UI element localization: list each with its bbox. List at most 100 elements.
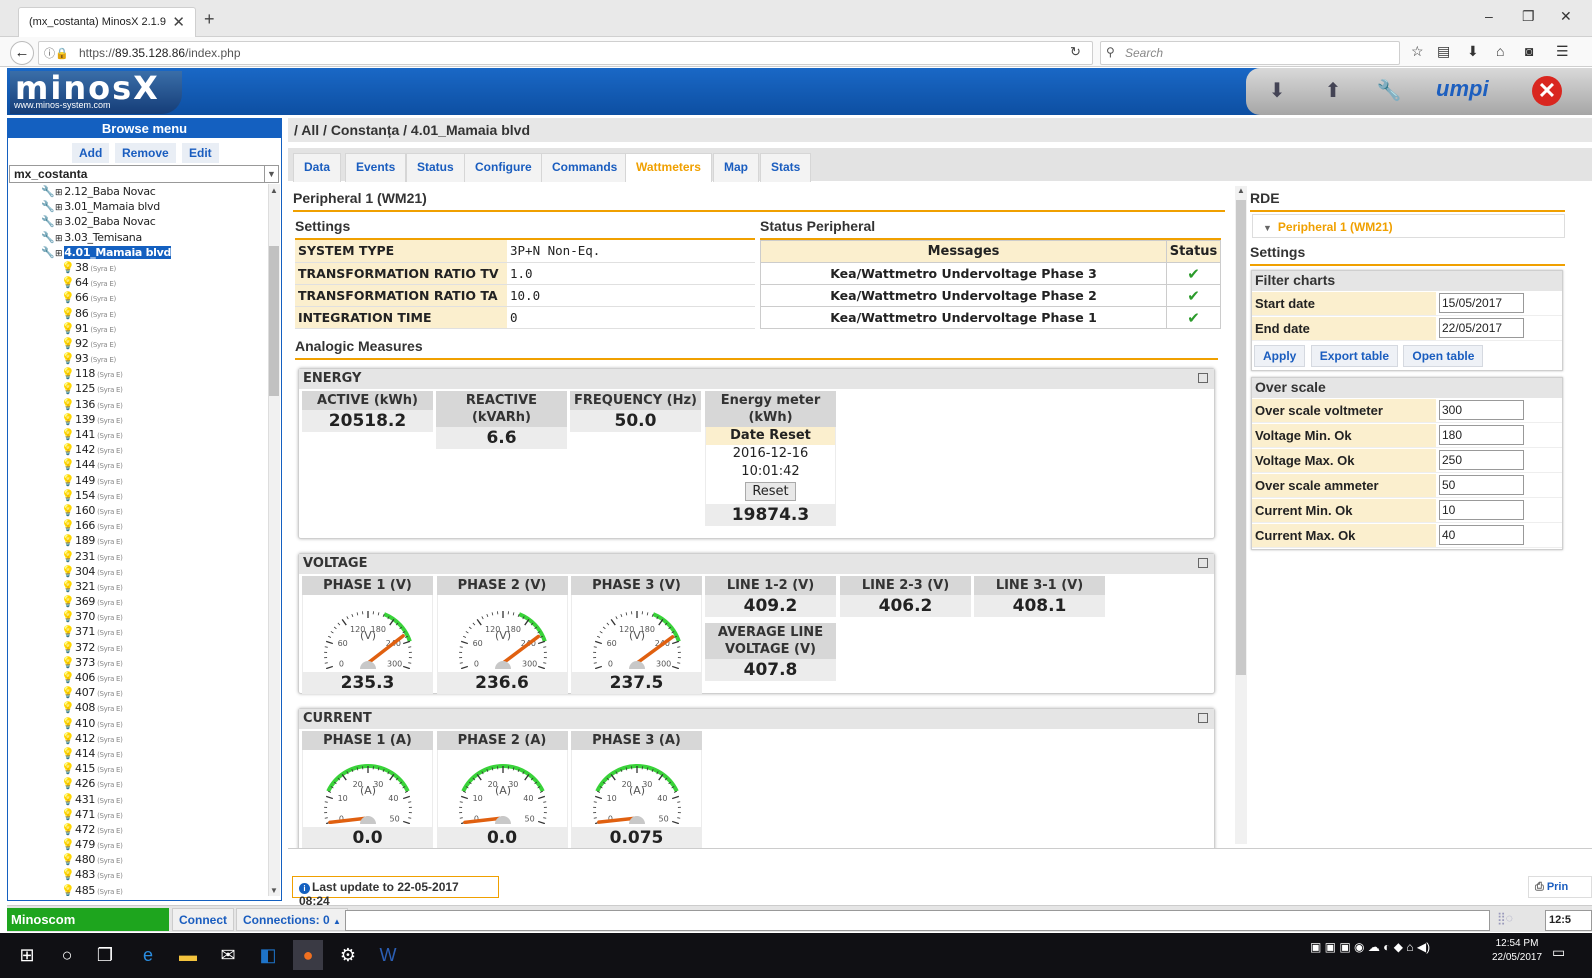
windows-start-icon[interactable]: ⊞ [12, 940, 42, 970]
reset-button[interactable]: Reset [745, 482, 796, 501]
tree-device-item[interactable]: 💡144 (Syra E) [9, 457, 266, 472]
tree-device-item[interactable]: 💡431 (Syra E) [9, 792, 266, 807]
rde-peripheral-item[interactable]: ▼ Peripheral 1 (WM21) [1252, 214, 1565, 238]
tab-wattmeters[interactable]: Wattmeters [625, 153, 712, 182]
expand-toggle-icon[interactable]: ⊞ [55, 203, 63, 213]
tree-device-item[interactable]: 💡408 (Syra E) [9, 700, 266, 715]
task-view-icon[interactable]: ❐ [90, 940, 120, 970]
apply-button[interactable]: Apply [1254, 345, 1306, 367]
tab-data[interactable]: Data [293, 153, 342, 182]
tree-device-item[interactable]: 💡471 (Syra E) [9, 807, 266, 822]
tree-device-item[interactable]: 💡371 (Syra E) [9, 624, 266, 639]
tree-device-item[interactable]: 💡92 (Syra E) [9, 336, 266, 351]
window-close-icon[interactable]: ✕ [1560, 8, 1572, 25]
expand-toggle-icon[interactable]: ⊞ [55, 249, 63, 259]
tree-device-item[interactable]: 💡426 (Syra E) [9, 776, 266, 791]
over-scale-input[interactable]: 180 [1439, 425, 1524, 445]
collapse-icon[interactable] [1198, 713, 1208, 723]
tree-group-item[interactable]: 🔧⊞ 2.12_Baba Novac [9, 184, 266, 199]
restore-icon[interactable]: ❐ [1522, 8, 1535, 25]
expand-toggle-icon[interactable]: ⊞ [55, 234, 63, 244]
bookmark-star-icon[interactable]: ☆ [1411, 43, 1424, 60]
tab-configure[interactable]: Configure [464, 153, 543, 182]
tree-device-item[interactable]: 💡483 (Syra E) [9, 867, 266, 882]
scroll-up-icon[interactable]: ▲ [270, 186, 278, 195]
tree-device-item[interactable]: 💡406 (Syra E) [9, 670, 266, 685]
tools-wrench-icon[interactable]: 🔧 [1374, 78, 1404, 106]
edit-button[interactable]: Edit [182, 143, 219, 163]
menu-icon[interactable]: ☰ [1556, 43, 1569, 60]
pocket-icon[interactable]: ◙ [1525, 43, 1533, 59]
back-arrow-icon[interactable]: ← [10, 41, 34, 65]
browser-search-input[interactable]: ⚲ Search [1100, 41, 1400, 65]
tree-device-item[interactable]: 💡91 (Syra E) [9, 321, 266, 336]
url-bar[interactable]: ⓘ🔒 https://89.35.128.86/index.php [38, 41, 1093, 65]
mail-icon[interactable]: ✉ [213, 940, 243, 970]
app-gear-icon[interactable]: ⚙ [333, 940, 363, 970]
firefox-icon[interactable]: ● [293, 940, 323, 970]
tree-device-item[interactable]: 💡149 (Syra E) [9, 473, 266, 488]
tree-device-item[interactable]: 💡231 (Syra E) [9, 549, 266, 564]
file-explorer-icon[interactable]: ▬ [173, 940, 203, 970]
open-table-button[interactable]: Open table [1403, 345, 1484, 367]
cortana-search-icon[interactable]: ○ [52, 940, 82, 970]
tree-device-item[interactable]: 💡480 (Syra E) [9, 852, 266, 867]
tab-events[interactable]: Events [345, 153, 407, 182]
reload-icon[interactable]: ↻ [1070, 44, 1081, 60]
expand-toggle-icon[interactable]: ⊞ [55, 188, 63, 198]
tree-group-item[interactable]: 🔧⊞ 3.03_Temisana [9, 230, 266, 245]
tree-device-item[interactable]: 💡142 (Syra E) [9, 442, 266, 457]
over-scale-input[interactable]: 40 [1439, 525, 1524, 545]
tree-device-item[interactable]: 💡485 (Syra E) [9, 883, 266, 896]
site-select[interactable]: mx_costanta ▼ [9, 165, 279, 183]
over-scale-input[interactable]: 10 [1439, 500, 1524, 520]
tree-device-item[interactable]: 💡166 (Syra E) [9, 518, 266, 533]
content-scroll-thumb[interactable] [1236, 200, 1246, 675]
end-date-input[interactable]: 22/05/2017 [1439, 318, 1524, 338]
tree-device-item[interactable]: 💡479 (Syra E) [9, 837, 266, 852]
taskbar-clock[interactable]: 12:54 PM 22/05/2017 [1488, 937, 1546, 965]
over-scale-input[interactable]: 250 [1439, 450, 1524, 470]
tab-stats[interactable]: Stats [760, 153, 812, 182]
tree-device-item[interactable]: 💡189 (Syra E) [9, 533, 266, 548]
tree-device-item[interactable]: 💡414 (Syra E) [9, 746, 266, 761]
tree-group-item[interactable]: 🔧⊞ 4.01_Mamaia blvd [9, 245, 266, 260]
expand-toggle-icon[interactable]: ⊞ [55, 218, 63, 228]
tree-device-item[interactable]: 💡38 (Syra E) [9, 260, 266, 275]
tree-device-item[interactable]: 💡410 (Syra E) [9, 716, 266, 731]
browser-tab[interactable]: (mx_costanta) MinosX 2.1.9 ✕ [18, 7, 196, 37]
home-icon[interactable]: ⌂ [1496, 43, 1504, 59]
tree-device-item[interactable]: 💡93 (Syra E) [9, 351, 266, 366]
expand-arrow-icon[interactable]: ▼ [1263, 223, 1272, 233]
sidebar-scroll-thumb[interactable] [269, 246, 279, 396]
tree-device-item[interactable]: 💡407 (Syra E) [9, 685, 266, 700]
chevron-down-icon[interactable]: ▼ [264, 166, 278, 182]
app-close-icon[interactable]: ✕ [1532, 76, 1562, 106]
tree-device-item[interactable]: 💡136 (Syra E) [9, 397, 266, 412]
tree-group-item[interactable]: 🔧⊞ 3.02_Baba Novac [9, 214, 266, 229]
tab-status[interactable]: Status [406, 153, 465, 182]
tree-device-item[interactable]: 💡472 (Syra E) [9, 822, 266, 837]
download-device-icon[interactable]: ⬇ [1262, 78, 1292, 106]
tab-commands[interactable]: Commands [541, 153, 629, 182]
collapse-icon[interactable] [1198, 558, 1208, 568]
tree-device-item[interactable]: 💡86 (Syra E) [9, 306, 266, 321]
minimize-icon[interactable]: – [1485, 8, 1493, 24]
connections-button[interactable]: Connections: 0 ▲ [236, 908, 348, 931]
tree-device-item[interactable]: 💡373 (Syra E) [9, 655, 266, 670]
upload-device-icon[interactable]: ⬆ [1318, 78, 1348, 106]
tab-map[interactable]: Map [713, 153, 759, 182]
tree-device-item[interactable]: 💡304 (Syra E) [9, 564, 266, 579]
tree-device-item[interactable]: 💡160 (Syra E) [9, 503, 266, 518]
status-message-field[interactable] [345, 910, 1490, 931]
print-button[interactable]: ⎙ Prin [1528, 876, 1592, 898]
reading-list-icon[interactable]: ▤ [1437, 43, 1450, 60]
tree-device-item[interactable]: 💡118 (Syra E) [9, 366, 266, 381]
tree-device-item[interactable]: 💡415 (Syra E) [9, 761, 266, 776]
system-tray-icons[interactable]: ▣ ▣ ▣ ◉ ☁ ◐ ◆ ⌂ ◀) [1310, 940, 1430, 954]
word-icon[interactable]: W [373, 940, 403, 970]
outlook-icon[interactable]: ◧ [253, 940, 283, 970]
over-scale-input[interactable]: 300 [1439, 400, 1524, 420]
remove-button[interactable]: Remove [115, 143, 176, 163]
connect-button[interactable]: Connect [172, 908, 234, 931]
